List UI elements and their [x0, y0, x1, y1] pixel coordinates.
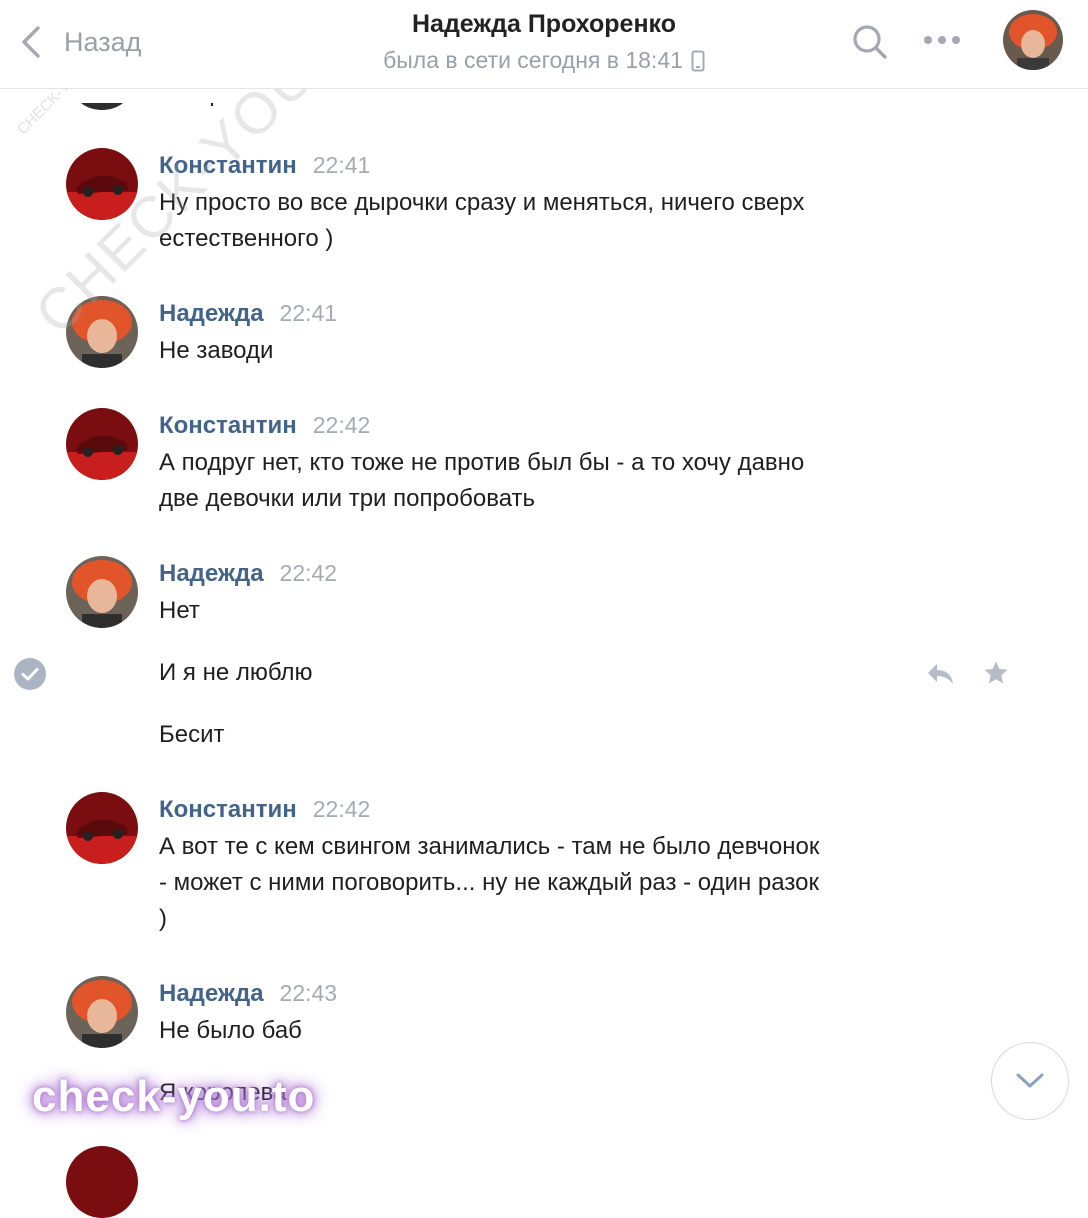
avatar-konstantin[interactable]: [66, 148, 138, 220]
message-line: Не заводи: [159, 337, 274, 364]
avatar-nadezhda[interactable]: [66, 296, 138, 368]
author-name[interactable]: Надежда: [159, 980, 264, 1008]
author-name[interactable]: Константин: [159, 412, 297, 440]
search-icon: [853, 25, 887, 59]
message-text: Бесит: [159, 721, 225, 748]
last-seen-text: была в сети сегодня в 18:41: [383, 47, 683, 73]
more-options-button[interactable]: [918, 25, 966, 55]
avatar-konstantin[interactable]: [66, 408, 138, 480]
message-line: ): [159, 905, 167, 932]
search-button[interactable]: [850, 22, 890, 62]
chevron-down-icon: [1016, 1073, 1044, 1088]
message-time: 22:41: [279, 300, 338, 326]
back-button[interactable]: Назад: [18, 22, 141, 62]
message-time: 22:42: [312, 412, 371, 438]
author-name[interactable]: Константин: [159, 796, 297, 824]
reply-icon[interactable]: [925, 660, 955, 688]
message-line: две девочки или три попробовать: [159, 485, 536, 512]
chat-title-block: Надежда Прохоренко была в сети сегодня в…: [300, 10, 788, 74]
message-time: 22:43: [279, 980, 338, 1006]
mobile-phone-icon: [691, 50, 705, 71]
message-text: Я королева: [159, 1079, 287, 1106]
author-name[interactable]: Надежда: [159, 560, 264, 588]
message-text: Нет: [159, 593, 949, 629]
online-status: была в сети сегодня в 18:41: [300, 47, 788, 74]
avatar-konstantin[interactable]: [66, 792, 138, 864]
message-text: И я не люблю: [159, 659, 313, 686]
author-name[interactable]: Надежда: [159, 300, 264, 328]
selected-check-icon[interactable]: [14, 658, 46, 690]
message-time: 22:42: [312, 796, 371, 822]
avatar-nadezhda[interactable]: [66, 976, 138, 1048]
more-dots-icon: [924, 36, 960, 44]
message-time: 22:41: [312, 152, 371, 178]
message-line: - может с ними поговорить... ну не кажды…: [159, 869, 819, 896]
message-header: Надежда 22:41: [159, 300, 337, 328]
message-header: Надежда 22:43: [159, 980, 337, 1008]
chevron-left-icon: [22, 26, 40, 58]
message-header: Надежда 22:42: [159, 560, 337, 588]
message-text: А подруг нет, кто тоже не против был бы …: [159, 445, 949, 517]
message-line: А вот те с кем свингом занимались - там …: [159, 833, 820, 860]
message-line: естественного ): [159, 225, 334, 252]
message-header: Константин 22:42: [159, 412, 370, 440]
chat-header: Назад Надежда Прохоренко была в сети сег…: [0, 0, 1088, 89]
message-text: Ну просто во все дырочки сразу и менятьс…: [159, 185, 949, 257]
avatar-konstantin[interactable]: [66, 1146, 138, 1218]
message-line: А подруг нет, кто тоже не против был бы …: [159, 449, 805, 476]
avatar-nadezhda[interactable]: [66, 556, 138, 628]
clip-overlay: [0, 89, 1088, 103]
scroll-to-bottom-button[interactable]: [991, 1042, 1069, 1120]
message-line: Нет: [159, 597, 200, 624]
message-header: Константин 22:41: [159, 152, 370, 180]
message-text: Не было баб: [159, 1013, 949, 1049]
star-icon[interactable]: [983, 660, 1009, 686]
contact-name[interactable]: Надежда Прохоренко: [300, 10, 788, 39]
message-line: Не было баб: [159, 1017, 302, 1044]
message-time: 22:42: [279, 560, 338, 586]
author-name[interactable]: Константин: [159, 152, 297, 180]
back-label: Назад: [64, 26, 142, 57]
message-header: Константин 22:42: [159, 796, 370, 824]
message-text: Не заводи: [159, 333, 949, 369]
message-text: А вот те с кем свингом занимались - там …: [159, 829, 949, 937]
message-line: Ну просто во все дырочки сразу и менятьс…: [159, 189, 805, 216]
contact-avatar[interactable]: [1003, 10, 1063, 70]
